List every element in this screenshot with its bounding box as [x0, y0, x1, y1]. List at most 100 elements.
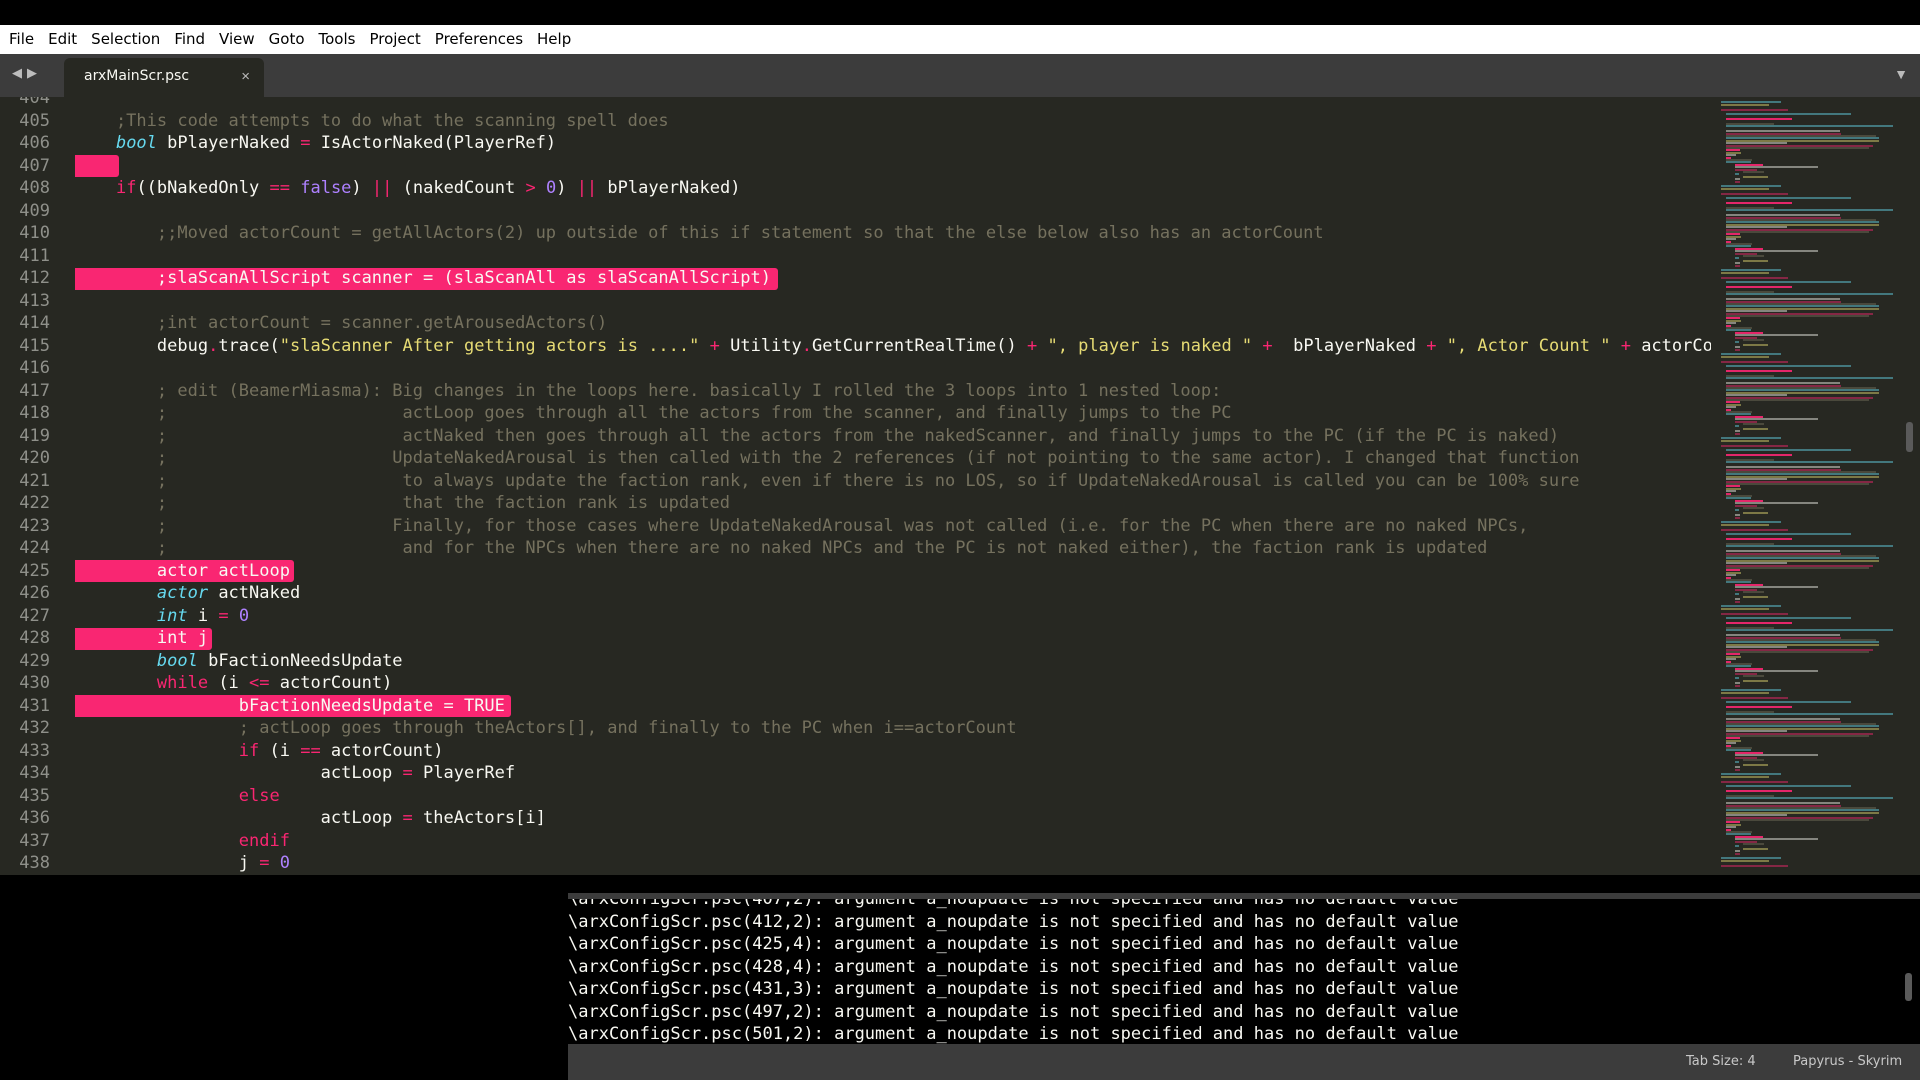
minimap-line	[1721, 780, 1789, 783]
minimap-line	[1725, 538, 1792, 541]
minimap-line	[1725, 315, 1869, 317]
code-token: )	[351, 178, 372, 198]
menu-help[interactable]: Help	[530, 25, 578, 54]
menu-view[interactable]: View	[212, 25, 262, 54]
code-line: ; edit (BeamerMiasma): Big changes in th…	[75, 380, 1221, 403]
minimap-line	[1721, 775, 1769, 778]
code-token: ; actLoop goes through all the actors fr…	[75, 403, 1232, 423]
minimap-line	[1743, 259, 1768, 262]
code-line: bool bPlayerNaked = IsActorNaked(PlayerR…	[75, 132, 556, 155]
output-panel-divider[interactable]	[568, 893, 1920, 899]
line-number: 405	[19, 110, 50, 131]
code-token: bool	[115, 133, 157, 153]
output-scroll-thumb[interactable]	[1905, 973, 1912, 1001]
code-line: else	[75, 785, 280, 808]
minimap-line	[1725, 399, 1869, 401]
line-number: 417	[19, 380, 50, 401]
tab-active-file[interactable]: arxMainScr.psc ×	[64, 58, 264, 97]
code-token: theActors[i]	[412, 808, 546, 828]
minimap-line	[1734, 341, 1739, 344]
minimap-line	[1721, 523, 1769, 526]
code-token: ; that the faction rank is updated	[75, 493, 731, 513]
minimap-line	[1725, 790, 1792, 793]
code-token: (i	[208, 673, 250, 693]
menu-tools[interactable]: Tools	[312, 25, 363, 54]
triangle-left-icon[interactable]: ◀	[12, 65, 27, 80]
menu-project[interactable]: Project	[362, 25, 427, 54]
code-token: 0	[279, 853, 290, 873]
close-icon[interactable]: ×	[241, 68, 250, 85]
minimap-line	[1721, 192, 1789, 195]
code-token: actor	[156, 583, 209, 603]
minimap-line	[1743, 507, 1765, 509]
code-token: =	[218, 605, 229, 626]
triangle-right-icon[interactable]: ▶	[27, 65, 42, 80]
menu-goto[interactable]: Goto	[262, 25, 312, 54]
tab-size-indicator[interactable]: Tab Size: 4	[1686, 1054, 1756, 1069]
code-token: 0	[545, 178, 557, 198]
code-token: debug	[75, 335, 209, 356]
minimap-line	[1734, 173, 1739, 176]
code-token: ; to always update the faction rank, eve…	[75, 470, 1580, 491]
code-token: i	[187, 605, 219, 626]
syntax-indicator[interactable]: Papyrus - Skyrim	[1793, 1054, 1902, 1069]
code-token: false	[300, 178, 352, 198]
minimap-line	[1721, 612, 1789, 615]
minimap-line	[1725, 819, 1869, 821]
minimap-line	[1721, 276, 1789, 279]
vertical-scroll-thumb[interactable]	[1906, 422, 1913, 452]
window-titlebar	[0, 0, 1920, 25]
vertical-scrollbar[interactable]	[1903, 97, 1920, 875]
line-number: 422	[19, 493, 50, 513]
minimap-line	[1725, 713, 1893, 716]
menu-edit[interactable]: Edit	[41, 25, 84, 54]
minimap-line	[1721, 103, 1769, 106]
code-token: ", player is naked "	[1047, 335, 1253, 356]
minimap-line	[1725, 617, 1852, 620]
output-line: \arxConfigScr.psc(431,3): argument a_nou…	[568, 979, 1459, 999]
minimap-line	[1734, 677, 1739, 680]
line-number: 421	[19, 470, 50, 491]
code-token: endif	[238, 830, 290, 851]
code-token: actorCount)	[320, 740, 444, 761]
code-token: =	[402, 808, 413, 828]
triangle-down-icon[interactable]: ▼	[1894, 66, 1908, 82]
code-token: ; edit (BeamerMiasma): Big changes in th…	[75, 380, 1222, 401]
line-number: 413	[19, 290, 50, 311]
code-token: actLoop	[75, 808, 403, 828]
menu-find[interactable]: Find	[167, 25, 212, 54]
minimap-line	[1743, 675, 1765, 677]
code-area[interactable]: ;This code attempts to do what the scann…	[75, 97, 1711, 875]
minimap-line	[1725, 651, 1869, 653]
menu-file[interactable]: File	[2, 25, 41, 54]
build-output-panel[interactable]: \arxConfigScr.psc(407,2): argument a_nou…	[568, 893, 1920, 1044]
minimap[interactable]	[1713, 97, 1903, 875]
minimap-line	[1725, 735, 1869, 737]
code-line: ; Finally, for those cases where UpdateN…	[75, 515, 1528, 538]
minimap-line	[1725, 461, 1893, 464]
line-number: 433	[19, 740, 50, 761]
code-line: bool bFactionNeedsUpdate	[75, 650, 403, 673]
line-number: 418	[19, 403, 50, 423]
code-editor[interactable]: 404 405 406 407 408 409 410 411 412 413 414 415 416 4…	[0, 97, 1920, 875]
code-line: ;This code attempts to do what the scann…	[75, 110, 669, 133]
code-line: if((bNakedOnly == false) || (nakedCount …	[75, 177, 741, 200]
code-line: bFactionNeedsUpdate = TRUE	[75, 695, 505, 718]
status-bar: Tab Size: 4 Papyrus - Skyrim	[568, 1044, 1920, 1080]
code-line: ; that the faction rank is updated	[75, 492, 730, 515]
minimap-line	[1725, 202, 1792, 205]
minimap-line	[1734, 348, 1741, 351]
menu-preferences[interactable]: Preferences	[428, 25, 530, 54]
code-line: int j	[75, 627, 208, 650]
code-line: while (i <= actorCount)	[75, 672, 392, 695]
menu-selection[interactable]: Selection	[84, 25, 167, 54]
minimap-line	[1743, 343, 1768, 346]
line-number: 414	[19, 313, 50, 333]
code-token: bPlayerNaked	[156, 133, 301, 153]
code-line: ; actLoop goes through all the actors fr…	[75, 402, 1232, 425]
